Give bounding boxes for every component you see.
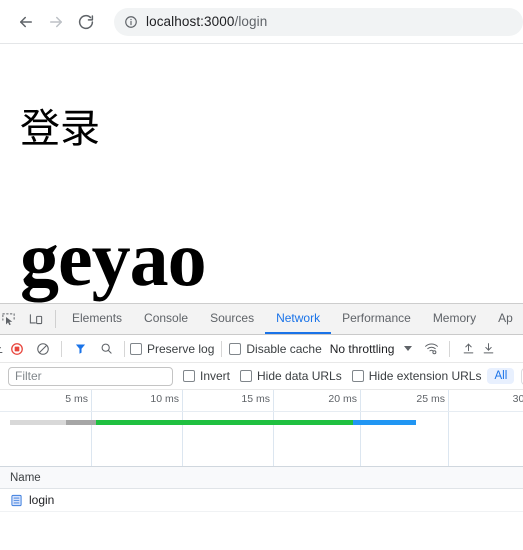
type-filter-all[interactable]: All (487, 368, 515, 384)
tab-memory[interactable]: Memory (422, 304, 487, 334)
page-title: 登录 (20, 106, 100, 152)
invert-checkbox[interactable]: Invert (183, 369, 230, 383)
table-header: Name (0, 467, 523, 489)
checkbox-label: Disable cache (246, 341, 322, 356)
tick-label: 30 m (512, 393, 523, 405)
table-row[interactable]: login (0, 489, 523, 512)
network-filterbar: Invert Hide data URLs Hide extension URL… (0, 363, 523, 390)
hide-extension-urls-checkbox[interactable]: Hide extension URLs (351, 369, 482, 383)
tick-label: 20 ms (328, 393, 357, 405)
import-har-icon[interactable] (455, 336, 481, 362)
toolbar-divider (61, 340, 62, 357)
reload-button[interactable] (71, 7, 101, 37)
tab-console[interactable]: Console (133, 304, 199, 334)
checkbox-label: Preserve log (147, 341, 215, 356)
tab-application[interactable]: Ap (487, 304, 523, 334)
toolbar-divider (55, 310, 56, 328)
tab-sources[interactable]: Sources (199, 304, 265, 334)
segment-queueing (10, 420, 66, 425)
timeline-ruler: m 5 ms 10 ms 15 ms 20 ms 25 ms 30 m (0, 390, 523, 412)
network-request-table: Name login (0, 467, 523, 512)
reload-icon (78, 14, 94, 29)
column-header-name: Name (10, 471, 41, 484)
request-name: login (29, 493, 55, 507)
tab-performance[interactable]: Performance (331, 304, 422, 334)
segment-waiting-ttfb (96, 420, 353, 425)
toolbar-divider (221, 340, 223, 357)
tab-label: Ap (498, 311, 513, 325)
network-overview: m 5 ms 10 ms 15 ms 20 ms 25 ms 30 m (0, 390, 523, 467)
checkbox-label: Hide data URLs (257, 369, 342, 383)
tab-label: Elements (72, 311, 123, 325)
tab-label: Network (276, 311, 321, 325)
preserve-log-checkbox[interactable]: Preserve log (130, 342, 214, 356)
chevron-down-icon (404, 346, 413, 351)
tab-label: Console (144, 311, 189, 325)
throttling-value: No throttling (329, 341, 395, 356)
tab-label: Performance (342, 311, 411, 325)
browser-toolbar: localhost:3000/login (0, 0, 523, 44)
brand-text: geyao (20, 215, 207, 302)
clear-network-icon[interactable] (30, 336, 56, 362)
filter-input[interactable] (8, 366, 173, 386)
inspect-element-icon[interactable] (0, 304, 22, 334)
devtools-panel: Elements Console Sources Network Perform… (0, 303, 523, 550)
device-toolbar-icon[interactable] (22, 304, 50, 334)
tab-network[interactable]: Network (265, 304, 332, 334)
segment-content-download (353, 420, 416, 425)
info-circle-icon[interactable] (124, 15, 138, 29)
url-path: /login (234, 14, 268, 29)
wifi-settings-icon[interactable] (418, 336, 444, 362)
search-icon[interactable] (93, 336, 119, 362)
forward-arrow-icon (50, 16, 62, 27)
checkbox-label: Invert (200, 369, 231, 383)
devtools-tabbar: Elements Console Sources Network Perform… (0, 304, 523, 335)
hide-data-urls-checkbox[interactable]: Hide data URLs (240, 369, 342, 383)
segment-stalled (66, 420, 96, 425)
checkbox-box (229, 342, 242, 355)
export-har-icon[interactable] (481, 336, 495, 362)
checkbox-box (351, 370, 364, 382)
url-origin: localhost:3000 (146, 14, 235, 29)
tick-label: 5 ms (65, 393, 88, 405)
checkbox-box (240, 370, 253, 382)
forward-button[interactable] (41, 7, 71, 37)
throttling-dropdown[interactable]: No throttling (330, 342, 413, 356)
document-icon (10, 494, 23, 507)
disable-cache-checkbox[interactable]: Disable cache (229, 341, 322, 356)
network-toolbar: Preserve log Disable cache No throttling (0, 335, 523, 363)
tick-label: 15 ms (241, 393, 270, 405)
toolbar-divider (124, 340, 125, 357)
checkbox-box (130, 342, 142, 355)
checkbox-label: Hide extension URLs (368, 369, 482, 383)
tab-elements[interactable]: Elements (61, 304, 133, 334)
tick-label: 10 ms (150, 393, 179, 405)
tab-label: Sources (210, 311, 255, 325)
address-bar[interactable]: localhost:3000/login (114, 7, 523, 36)
tab-label: Memory (432, 311, 477, 325)
request-timeline-bar[interactable] (10, 420, 416, 425)
record-stop-icon[interactable] (4, 336, 30, 362)
url-text: localhost:3000/login (146, 14, 267, 29)
tick-label: 25 ms (416, 393, 445, 405)
filter-funnel-icon[interactable] (67, 336, 93, 362)
toolbar-divider (449, 340, 451, 357)
page-viewport: 登录 geyao (0, 44, 523, 303)
checkbox-box (183, 370, 195, 382)
back-arrow-icon (20, 16, 32, 27)
back-button[interactable] (11, 7, 41, 37)
